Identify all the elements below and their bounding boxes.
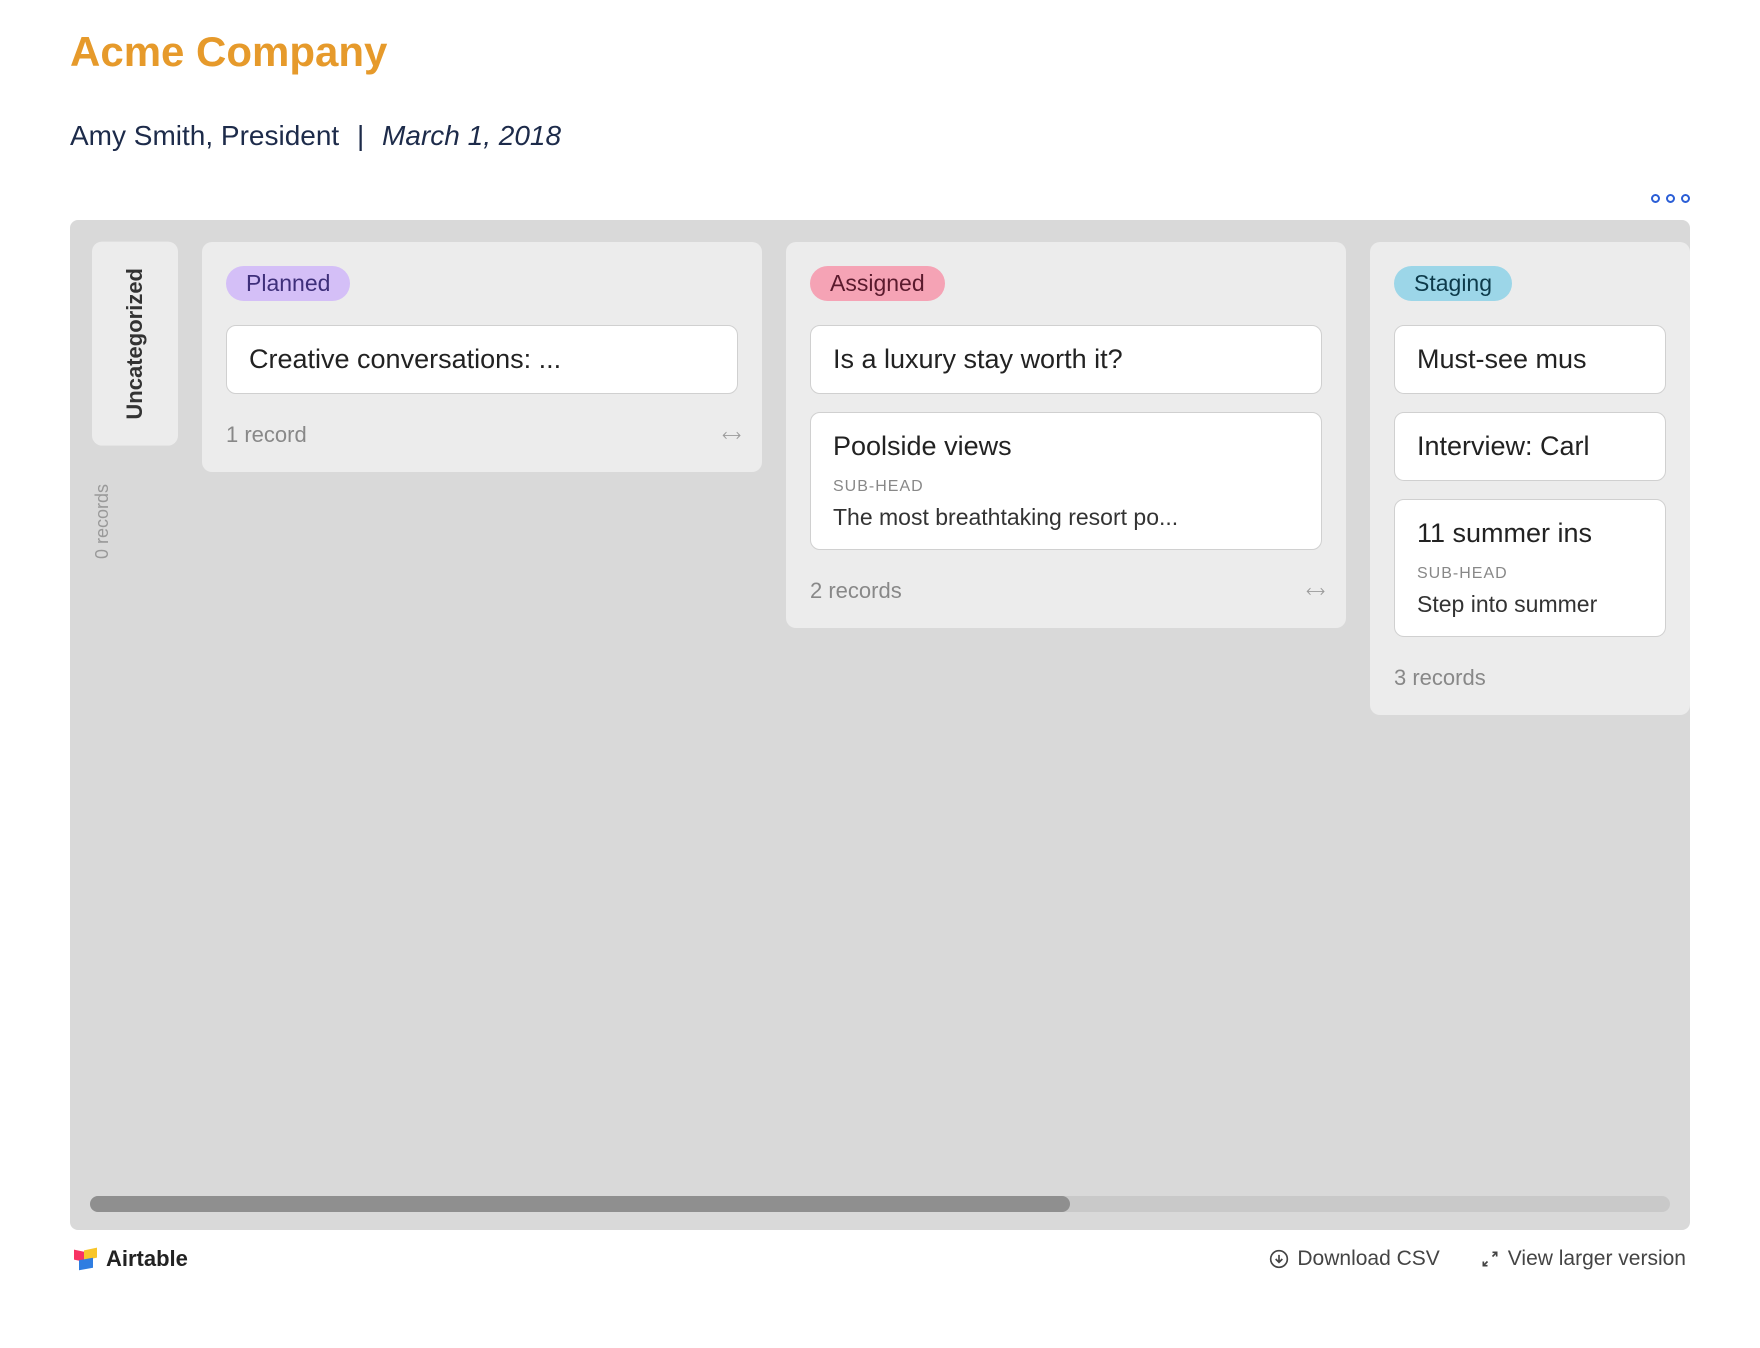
column-header: Planned — [226, 266, 738, 301]
kanban-embed: Uncategorized 0 records Planned Creative… — [70, 220, 1690, 1230]
status-pill-staging[interactable]: Staging — [1394, 266, 1512, 301]
airtable-logo-icon — [74, 1249, 98, 1269]
card[interactable]: 11 summer ins SUB-HEAD Step into summer — [1394, 499, 1666, 637]
uncategorized-header[interactable]: Uncategorized — [92, 242, 178, 446]
page-title: Acme Company — [70, 28, 1690, 76]
record-count: 2 records — [810, 578, 902, 604]
uncategorized-column: Uncategorized 0 records — [92, 242, 178, 577]
card-subhead: The most breathtaking resort po... — [833, 504, 1299, 531]
airtable-brand[interactable]: Airtable — [74, 1246, 188, 1272]
status-pill-planned[interactable]: Planned — [226, 266, 350, 301]
page-subtitle: Amy Smith, President | March 1, 2018 — [70, 120, 1690, 152]
record-count: 3 records — [1394, 665, 1486, 691]
card-title: Is a luxury stay worth it? — [833, 344, 1299, 375]
enlarge-label: View larger version — [1508, 1247, 1686, 1271]
collapse-icon[interactable]: ⤢ — [718, 422, 743, 447]
brand-name: Airtable — [106, 1246, 188, 1272]
download-csv-button[interactable]: Download CSV — [1269, 1247, 1439, 1271]
card[interactable]: Interview: Carl — [1394, 412, 1666, 481]
status-pill-assigned[interactable]: Assigned — [810, 266, 945, 301]
author-name: Amy Smith, President — [70, 120, 339, 151]
uncategorized-count: 0 records — [92, 466, 178, 577]
record-count: 1 record — [226, 422, 307, 448]
separator: | — [357, 120, 364, 151]
subhead-label: SUB-HEAD — [833, 478, 1299, 496]
expand-icon — [1480, 1249, 1500, 1269]
more-dots-icon[interactable] — [1651, 194, 1690, 203]
card[interactable]: Is a luxury stay worth it? — [810, 325, 1322, 394]
page-date: March 1, 2018 — [382, 120, 561, 151]
horizontal-scrollbar[interactable] — [90, 1196, 1670, 1212]
card-title: Poolside views — [833, 431, 1299, 462]
card-title: Creative conversations: ... — [249, 344, 715, 375]
column-header: Assigned — [810, 266, 1322, 301]
column-header: Staging — [1394, 266, 1666, 301]
card-title: Interview: Carl — [1417, 431, 1643, 462]
scroll-thumb[interactable] — [90, 1196, 1070, 1212]
card-title: Must-see mus — [1417, 344, 1643, 375]
embed-footer: Airtable Download CSV View larger versio… — [70, 1230, 1690, 1272]
download-icon — [1269, 1249, 1289, 1269]
column-assigned: Assigned Is a luxury stay worth it? Pool… — [786, 242, 1346, 628]
kanban-board: Uncategorized 0 records Planned Creative… — [92, 242, 1690, 1112]
column-staging: Staging Must-see mus Interview: Carl 11 … — [1370, 242, 1690, 715]
card[interactable]: Creative conversations: ... — [226, 325, 738, 394]
subhead-label: SUB-HEAD — [1417, 565, 1643, 583]
download-label: Download CSV — [1297, 1247, 1439, 1271]
collapse-icon[interactable]: ⤢ — [1302, 578, 1327, 603]
card[interactable]: Must-see mus — [1394, 325, 1666, 394]
column-planned: Planned Creative conversations: ... 1 re… — [202, 242, 762, 472]
card[interactable]: Poolside views SUB-HEAD The most breatht… — [810, 412, 1322, 550]
card-subhead: Step into summer — [1417, 591, 1643, 618]
card-title: 11 summer ins — [1417, 518, 1643, 549]
view-larger-button[interactable]: View larger version — [1480, 1247, 1686, 1271]
